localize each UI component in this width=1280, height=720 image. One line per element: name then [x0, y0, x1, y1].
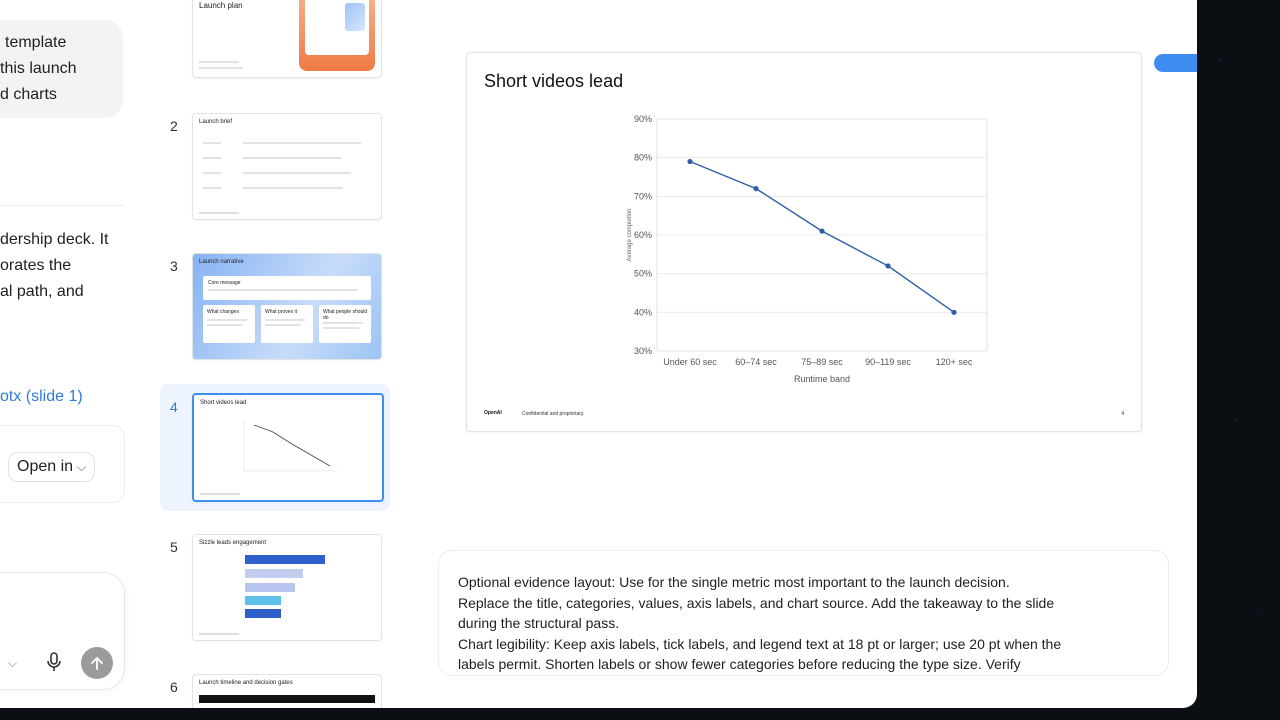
arrow-up-icon	[91, 657, 103, 670]
slide-thumbnail-preview: Short videos lead	[192, 393, 384, 502]
assistant-message-line: al path, and	[0, 283, 84, 300]
mini-bar	[245, 555, 325, 564]
slide-thumbnails-panel: Launch plan 2 Launch brief 3 Launch narr…	[143, 0, 411, 708]
send-button[interactable]	[81, 647, 113, 679]
chevron-down-icon: ⌵	[77, 460, 87, 474]
mini-bar	[245, 596, 281, 605]
page-number: 4	[1121, 411, 1124, 417]
info-box: What proves it	[261, 305, 313, 343]
thumbnail-title: Launch plan	[199, 1, 243, 10]
divider	[0, 205, 124, 206]
slide-thumbnail-3[interactable]: 3 Launch narrative Core message What cha…	[160, 253, 390, 361]
slide-thumbnail-5[interactable]: 5 Sizzle leads engagement	[160, 534, 390, 642]
x-tick-label: 75–89 sec	[801, 357, 843, 367]
open-in-label: Open in	[17, 458, 74, 475]
slide-thumbnail-preview: Launch plan	[192, 0, 382, 78]
assistant-message-line: dership deck. It	[0, 231, 109, 248]
notes-line: Chart legibility: Keep axis labels, tick…	[458, 636, 1062, 652]
notes-line: during the structural pass.	[458, 615, 620, 631]
mini-bar	[245, 569, 303, 578]
series-line	[689, 160, 955, 313]
user-message-line: template	[5, 34, 67, 51]
slide-number: 3	[170, 258, 178, 274]
thumbnail-title: Launch narrative	[199, 259, 244, 265]
slide-thumbnail-preview: Launch narrative Core message What chang…	[192, 253, 382, 360]
mini-bar	[245, 609, 281, 618]
data-point	[885, 263, 891, 269]
chevron-down-icon[interactable]: ⌵	[8, 656, 17, 671]
line-chart: 30% 40% 50% 60% 70% 80% 90% Under 60 sec 60–74 s…	[627, 114, 988, 384]
slide-title: Short videos lead	[484, 71, 624, 91]
footer-text: Confidential and proprietary.	[522, 411, 585, 417]
slide-number: 5	[170, 539, 178, 555]
x-tick-label: 120+ sec	[936, 357, 973, 367]
notes-line: Replace the title, categories, values, a…	[458, 595, 1055, 611]
notes-line: labels permit. Shorten labels or show fe…	[458, 656, 1021, 672]
app-window: template this launch d charts dership de…	[0, 0, 1197, 708]
mini-line-chart	[243, 419, 338, 472]
y-tick-label: 70%	[634, 191, 652, 201]
x-tick-label: Under 60 sec	[663, 357, 717, 367]
y-tick-label: 90%	[634, 114, 652, 124]
slide-canvas: Short videos lead 30% 40% 50% 60% 70% 80% 90% U…	[466, 52, 1142, 432]
x-tick-label: 60–74 sec	[735, 357, 777, 367]
data-point	[753, 186, 759, 192]
open-in-button[interactable]: Open in ⌵	[8, 452, 96, 482]
slide-thumbnail-preview: Launch timeline and decision gates	[192, 674, 382, 708]
slide-number: 4	[170, 399, 178, 415]
thumbnail-title: Sizzle leads engagement	[199, 540, 267, 546]
thumbnail-title: Launch brief	[199, 119, 233, 125]
core-message-box: Core message	[203, 276, 371, 300]
x-axis-label: Runtime band	[794, 374, 850, 384]
thumbnail-title: Launch timeline and decision gates	[199, 680, 293, 686]
mini-table-header	[199, 695, 375, 703]
info-box: What people should do	[319, 305, 371, 343]
data-point	[951, 309, 957, 315]
y-tick-label: 60%	[634, 230, 652, 240]
slide-thumbnail-1[interactable]: Launch plan	[160, 0, 390, 80]
main-editor: Short videos lead 30% 40% 50% 60% 70% 80% 90% U…	[411, 0, 1197, 708]
slide-thumbnail-preview: Sizzle leads engagement	[192, 534, 382, 641]
y-tick-label: 40%	[634, 307, 652, 317]
slide-thumbnail-2[interactable]: 2 Launch brief	[160, 113, 390, 221]
thumbnail-image	[299, 0, 375, 71]
user-message-line: this launch	[0, 60, 77, 77]
y-tick-label: 30%	[634, 346, 652, 356]
info-box: What changes	[203, 305, 255, 343]
thumbnail-title: Short videos lead	[200, 400, 247, 406]
assistant-message-line: orates the	[0, 257, 72, 274]
microphone-icon[interactable]	[46, 652, 62, 672]
x-tick-label: 90–119 sec	[865, 357, 911, 367]
brand-logo: OpenAI	[484, 410, 502, 416]
data-point	[687, 158, 693, 165]
y-axis-label: Average completion	[627, 209, 633, 262]
mini-bar	[245, 583, 295, 592]
slide-thumbnail-preview: Launch brief	[192, 113, 382, 220]
y-tick-label: 50%	[634, 269, 652, 279]
slide-thumbnail-6[interactable]: 6 Launch timeline and decision gates	[160, 674, 390, 708]
y-tick-label: 80%	[634, 153, 652, 163]
file-link[interactable]: otx (slide 1)	[0, 388, 83, 406]
data-point	[819, 228, 825, 234]
scroll-indicator[interactable]	[1154, 54, 1197, 72]
user-message-line: d charts	[0, 86, 57, 103]
chat-panel: template this launch d charts dership de…	[0, 0, 144, 708]
speaker-notes[interactable]: Optional evidence layout: Use for the si…	[438, 550, 1169, 676]
slide-number: 2	[170, 118, 178, 134]
slide-number: 6	[170, 679, 178, 695]
slide-thumbnail-4[interactable]: 4 Short videos lead	[160, 384, 390, 511]
notes-line: Optional evidence layout: Use for the si…	[458, 574, 1010, 590]
